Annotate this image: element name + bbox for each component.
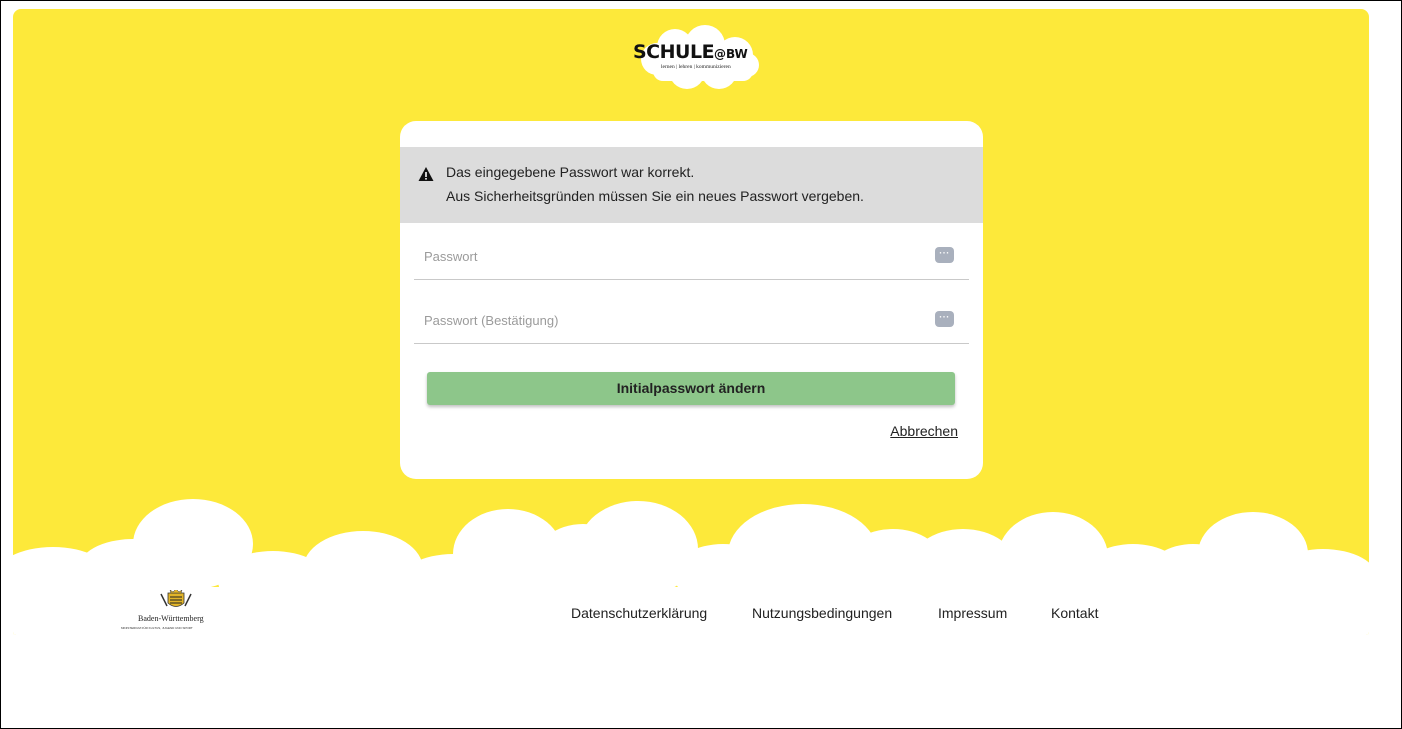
password-manager-icon[interactable]: ··· — [935, 311, 954, 327]
password-confirm-input[interactable] — [424, 309, 914, 331]
password-notice: Das eingegebene Passwort war korrekt. Au… — [400, 147, 983, 223]
notice-line-1: Das eingegebene Passwort war korrekt. — [446, 164, 695, 180]
baden-wuerttemberg-coat-of-arms-icon — [160, 590, 192, 607]
password-input[interactable] — [424, 245, 914, 267]
password-confirm-field: ··· — [414, 295, 969, 344]
warning-icon — [418, 167, 434, 181]
browser-viewport: SCHULE@BW lernen | lehren | kommuniziere… — [0, 0, 1402, 729]
notice-line-2: Aus Sicherheitsgründen müssen Sie ein ne… — [446, 188, 864, 204]
footer-link-terms[interactable]: Nutzungsbedingungen — [752, 605, 892, 621]
password-manager-icon[interactable]: ··· — [935, 247, 954, 263]
change-initial-password-button[interactable]: Initialpasswort ändern — [427, 372, 955, 405]
state-name: Baden-Württemberg — [138, 614, 204, 623]
footer-link-contact[interactable]: Kontakt — [1051, 605, 1098, 621]
cancel-link[interactable]: Abbrechen — [890, 423, 958, 439]
footer-link-privacy[interactable]: Datenschutzerklärung — [571, 605, 707, 621]
ministry-name: MINISTERIUM FÜR KULTUS, JUGEND UND SPORT — [121, 626, 193, 630]
footer-link-imprint[interactable]: Impressum — [938, 605, 1007, 621]
password-change-card: Das eingegebene Passwort war korrekt. Au… — [400, 121, 983, 479]
password-field: ··· — [414, 231, 969, 280]
login-page: SCHULE@BW lernen | lehren | kommuniziere… — [13, 9, 1369, 635]
